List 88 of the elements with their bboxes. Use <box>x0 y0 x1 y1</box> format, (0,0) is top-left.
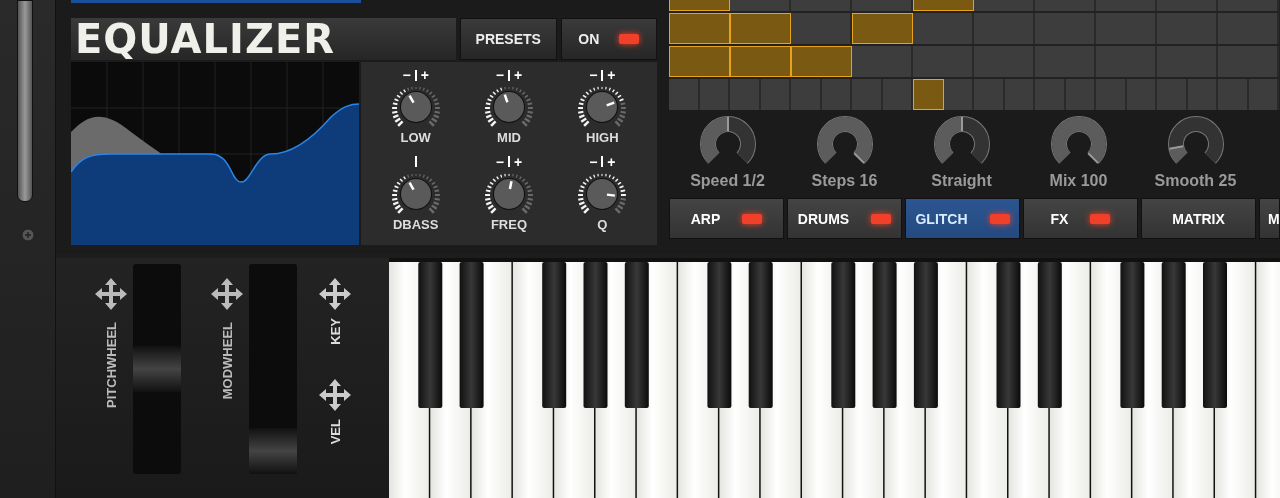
knob-value-label: Mix 100 <box>1049 172 1108 190</box>
step-cell[interactable] <box>882 79 913 110</box>
step-cell[interactable] <box>791 79 822 110</box>
step-cell[interactable] <box>760 79 791 110</box>
center-tick-icon <box>508 156 510 167</box>
step-cell[interactable] <box>1157 13 1218 44</box>
step-cell[interactable] <box>852 46 913 77</box>
move-arrows-icon <box>93 276 129 312</box>
center-tick-icon <box>601 156 604 167</box>
step-cell[interactable] <box>1157 79 1188 110</box>
step-cell[interactable] <box>974 46 1035 77</box>
active-step[interactable] <box>730 46 791 77</box>
step-cell[interactable] <box>913 46 974 77</box>
knob-label: LOW <box>400 130 431 145</box>
knob-label: MID <box>497 130 521 145</box>
wheel-thumb[interactable] <box>133 346 181 392</box>
module-tab[interactable]: M <box>1259 198 1280 239</box>
step-cell[interactable] <box>1126 79 1157 110</box>
knob-value-label: Straight <box>931 172 992 190</box>
step-cell[interactable] <box>852 79 883 110</box>
active-step[interactable] <box>669 46 730 77</box>
side-handle[interactable] <box>17 0 33 202</box>
step-cell[interactable] <box>974 13 1035 44</box>
step-cell[interactable] <box>730 79 761 110</box>
minus-label: − <box>495 154 504 169</box>
active-step[interactable] <box>669 13 730 44</box>
step-cell[interactable] <box>1187 79 1218 110</box>
move-arrows-icon[interactable] <box>317 276 353 312</box>
step-cell[interactable] <box>974 79 1005 110</box>
module-tab[interactable]: FX <box>1023 198 1138 239</box>
center-tick-icon <box>508 69 510 81</box>
step-cell[interactable] <box>1004 79 1035 110</box>
presets-button[interactable]: PRESETS <box>460 18 557 60</box>
step-cell[interactable] <box>1218 13 1279 44</box>
piano-keyboard-drawing[interactable] <box>389 262 1280 498</box>
step-cell[interactable] <box>1096 79 1127 110</box>
wheel-label: PITCHWHEEL <box>103 322 119 408</box>
plus-label: + <box>514 68 523 82</box>
step-cell[interactable] <box>1096 13 1157 44</box>
active-step[interactable] <box>730 13 791 44</box>
step-cell[interactable] <box>1035 13 1096 44</box>
control-label: KEY <box>327 318 343 345</box>
step-cell[interactable] <box>1218 46 1279 77</box>
plus-label: + <box>607 68 616 82</box>
module-tab[interactable]: ARP <box>669 198 784 239</box>
plus-label: + <box>420 68 429 82</box>
step-cell[interactable] <box>1248 79 1279 110</box>
knob-value-label: Smooth 25 <box>1154 172 1237 190</box>
control-label: VEL <box>327 418 343 445</box>
step-cell[interactable] <box>1096 46 1157 77</box>
step-cell[interactable] <box>1035 79 1066 110</box>
step-cell[interactable] <box>669 79 700 110</box>
minus-label: − <box>402 68 411 82</box>
screw-icon <box>21 228 35 242</box>
step-cell[interactable] <box>1035 46 1096 77</box>
active-step[interactable] <box>852 13 913 44</box>
step-cell[interactable] <box>821 79 852 110</box>
step-cell[interactable] <box>913 13 974 44</box>
wheel-thumb[interactable] <box>249 428 297 474</box>
plus-label: + <box>607 154 616 169</box>
knob-label: Q <box>597 216 608 232</box>
center-tick-icon <box>601 69 604 81</box>
section-title: EQUALIZER <box>71 18 456 60</box>
step-cell[interactable] <box>1157 46 1218 77</box>
step-cell[interactable] <box>1065 79 1096 110</box>
active-step[interactable] <box>913 79 944 110</box>
minus-label: − <box>589 68 598 82</box>
move-arrows-icon <box>209 276 245 312</box>
active-step[interactable] <box>791 46 852 77</box>
step-cell[interactable] <box>1218 79 1249 110</box>
center-tick-icon <box>414 69 417 81</box>
step-cell[interactable] <box>943 79 974 110</box>
module-tab[interactable]: DRUMS <box>787 198 902 239</box>
plus-label: + <box>514 154 523 169</box>
knob-label: HIGH <box>586 130 619 145</box>
module-tab[interactable]: MATRIX <box>1141 198 1256 239</box>
minus-label: − <box>495 68 504 82</box>
knob-label: FREQ <box>490 216 528 232</box>
knob-label: DBASS <box>392 216 439 232</box>
knob-value-label: Speed 1/2 <box>690 172 765 190</box>
module-tab[interactable]: GLITCH <box>905 198 1020 239</box>
step-cell[interactable] <box>699 79 730 110</box>
minus-label: − <box>589 154 598 169</box>
center-tick-icon <box>414 156 417 167</box>
wheel-label: MODWHEEL <box>219 322 235 400</box>
power-button[interactable]: ON <box>560 18 657 60</box>
step-cell[interactable] <box>791 13 852 44</box>
knob-value-label: Steps 16 <box>811 172 878 190</box>
